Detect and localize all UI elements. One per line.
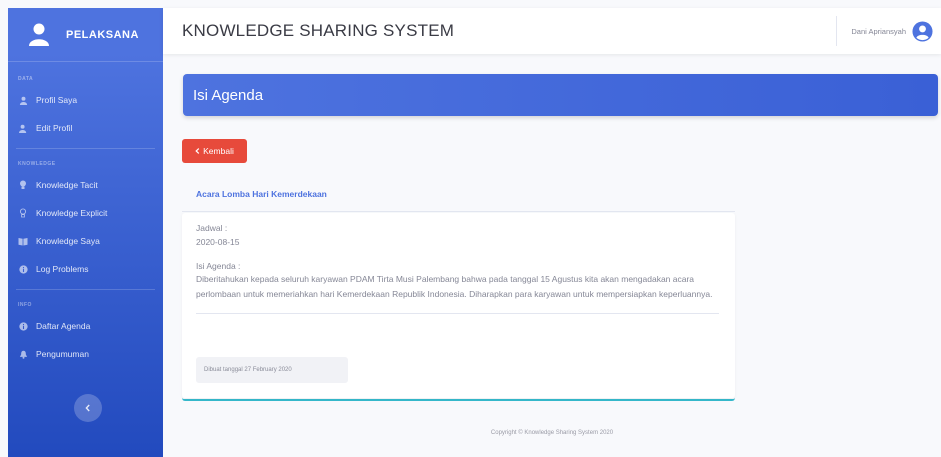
bell-icon [18, 349, 28, 359]
sidebar-item-label: Profil Saya [36, 95, 78, 105]
sidebar-item-label: Knowledge Explicit [36, 208, 108, 218]
sidebar-item-log-problems[interactable]: Log Problems [8, 255, 163, 283]
created-date: Dibuat tanggal 27 February 2020 [196, 357, 348, 383]
back-button-label: Kembali [203, 146, 234, 156]
card-divider [196, 313, 719, 314]
agenda-card-header: Acara Lomba Hari Kemerdekaan [182, 176, 735, 212]
agenda-content: Diberitahukan kepada seluruh karyawan PD… [196, 274, 713, 299]
sidebar-item-label: Knowledge Saya [36, 236, 100, 246]
user-brand-icon [28, 22, 54, 48]
agenda-title: Acara Lomba Hari Kemerdekaan [196, 188, 327, 199]
page-header: Isi Agenda [183, 74, 938, 116]
sidebar-item-label: Log Problems [36, 264, 89, 274]
sidebar-item-pengumuman[interactable]: Pengumuman [8, 340, 163, 368]
lightbulb-icon [18, 180, 28, 190]
sidebar-item-knowledge-explicit[interactable]: Knowledge Explicit [8, 199, 163, 227]
sidebar: PELAKSANA Data Profil Saya Edit Profil K… [8, 8, 163, 457]
sidebar-divider [16, 289, 155, 290]
back-button[interactable]: Kembali [182, 139, 247, 163]
user-circle-icon[interactable] [912, 20, 933, 42]
calendar-icon [18, 321, 28, 331]
schedule-value: 2020-08-15 [196, 237, 240, 247]
lightbulb-outline-icon [18, 208, 28, 218]
user-edit-icon [18, 123, 28, 133]
chevron-left-icon [195, 148, 200, 154]
sidebar-item-knowledge-tacit[interactable]: Knowledge Tacit [8, 171, 163, 199]
user-menu[interactable]: Dani Apriansyah [836, 16, 941, 46]
page-title: Isi Agenda [193, 86, 264, 104]
sidebar-item-label: Knowledge Tacit [36, 180, 98, 190]
sidebar-item-label: Edit Profil [36, 123, 73, 133]
topbar: KNOWLEDGE SHARING SYSTEM Dani Apriansyah [163, 8, 941, 54]
footer-copyright: Copyright © Knowledge Sharing System 202… [490, 430, 614, 436]
agenda-card-body: Jadwal : 2020-08-15 Isi Agenda : Diberit… [182, 213, 735, 398]
book-icon [18, 236, 28, 246]
sidebar-item-profil-saya[interactable]: Profil Saya [8, 86, 163, 114]
sidebar-brand[interactable]: PELAKSANA [8, 8, 163, 62]
sidebar-item-label: Pengumuman [36, 349, 89, 359]
app-title: KNOWLEDGE SHARING SYSTEM [182, 21, 455, 40]
sidebar-toggle-button[interactable] [74, 394, 102, 422]
sidebar-item-label: Daftar Agenda [36, 321, 91, 331]
content-label: Isi Agenda : [196, 261, 241, 271]
brand-name: PELAKSANA [66, 28, 139, 41]
sidebar-divider [16, 148, 155, 149]
agenda-card: Acara Lomba Hari Kemerdekaan Jadwal : 20… [182, 176, 735, 401]
sidebar-item-knowledge-saya[interactable]: Knowledge Saya [8, 227, 163, 255]
info-icon [18, 264, 28, 274]
user-icon [18, 95, 28, 105]
sidebar-item-daftar-agenda[interactable]: Daftar Agenda [8, 312, 163, 340]
schedule-label: Jadwal : [196, 223, 228, 233]
sidebar-item-edit-profil[interactable]: Edit Profil [8, 114, 163, 142]
chevron-left-icon [84, 399, 92, 417]
user-name[interactable]: Dani Apriansyah [851, 27, 906, 36]
